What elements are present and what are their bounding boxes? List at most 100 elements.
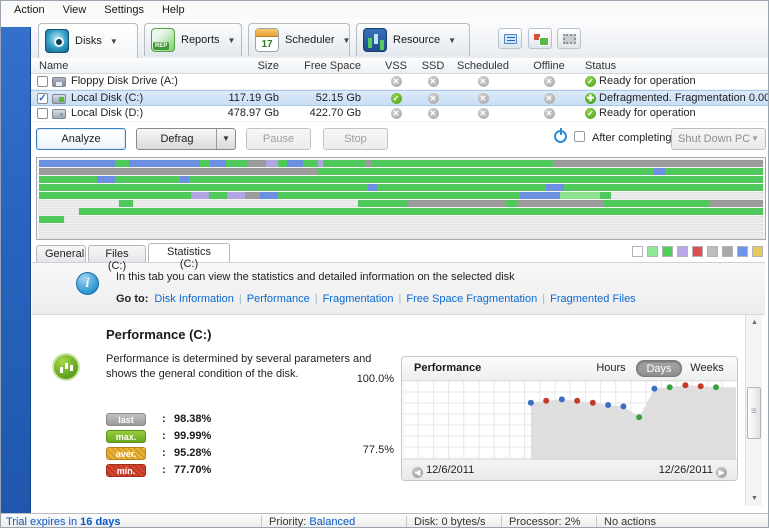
col-size[interactable]: Size xyxy=(249,60,279,72)
menu-view[interactable]: View xyxy=(54,2,96,18)
legend-swatch-5[interactable] xyxy=(707,246,718,257)
tab-files-c[interactable]: Files (C:) xyxy=(88,245,146,262)
goto-link-free-space-fragmentation[interactable]: Free Space Fragmentation xyxy=(406,293,537,305)
goto-links-row: Go to:Disk Information|Performance|Fragm… xyxy=(116,293,636,305)
cluster-map-row xyxy=(39,176,763,183)
actions-status: No actions xyxy=(604,516,656,528)
chart-title: Performance xyxy=(414,362,481,374)
performance-chart-panel: Performance HoursDaysWeeks ◀ 12/6/2011 1… xyxy=(401,356,738,481)
stat-value-min: 77.70% xyxy=(174,464,211,476)
legend-swatch-7[interactable] xyxy=(737,246,748,257)
report-panel-icon-button[interactable] xyxy=(498,28,522,49)
after-completing-label: After completing: xyxy=(592,132,675,144)
scrollbar-thumb[interactable] xyxy=(747,387,761,439)
cluster-blocks-icon-button[interactable] xyxy=(528,28,552,49)
goto-link-fragmentation[interactable]: Fragmentation xyxy=(323,293,394,305)
left-accent-strip xyxy=(1,27,31,513)
menu-settings[interactable]: Settings xyxy=(95,2,153,18)
chevron-down-icon[interactable]: ▼ xyxy=(343,36,351,45)
chart-header: Performance HoursDaysWeeks xyxy=(402,357,737,381)
col-ssd[interactable]: SSD xyxy=(420,60,446,72)
pause-button[interactable]: Pause xyxy=(246,128,311,150)
after-completing-select[interactable]: Shut Down PC ▼ xyxy=(671,128,766,150)
drive-status: ✓ Ready for operation xyxy=(585,75,696,87)
chevron-down-icon: ▼ xyxy=(751,129,759,149)
menu-action[interactable]: Action xyxy=(5,2,54,18)
table-row[interactable]: ✓Local Disk (C:)117.19 Gb52.15 Gb✓✕✕✕✚ D… xyxy=(31,90,769,106)
col-scheduled[interactable]: Scheduled xyxy=(455,60,511,72)
period-button-days[interactable]: Days xyxy=(636,360,682,377)
date-range-end: 12/26/2011 ▶ xyxy=(659,464,727,478)
defrag-button-label[interactable]: Defrag xyxy=(137,129,217,149)
vertical-scrollbar[interactable]: ▲ ▼ xyxy=(745,315,762,506)
drive-checkbox[interactable]: ✓ xyxy=(37,93,48,104)
col-free-space[interactable]: Free Space xyxy=(301,60,361,72)
info-panel: i In this tab you can view the statistic… xyxy=(32,262,765,315)
legend-swatch-0[interactable] xyxy=(632,246,643,257)
menu-help[interactable]: Help xyxy=(153,2,194,18)
period-button-weeks[interactable]: Weeks xyxy=(684,360,730,377)
table-row[interactable]: Floppy Disk Drive (A:)✕✕✕✕✓ Ready for op… xyxy=(31,74,769,90)
legend-swatch-4[interactable] xyxy=(692,246,703,257)
chevron-down-icon[interactable]: ▼ xyxy=(110,37,118,46)
col-status[interactable]: Status xyxy=(585,60,616,72)
after-completing-value: Shut Down PC xyxy=(678,133,750,145)
tab-statistics-c[interactable]: Statistics (C:) xyxy=(148,243,230,262)
after-completing-checkbox[interactable] xyxy=(574,131,585,142)
disks-gauge-icon xyxy=(45,29,69,53)
not-available-icon: ✕ xyxy=(478,76,489,87)
not-available-icon: ✕ xyxy=(428,93,439,104)
legend-swatch-2[interactable] xyxy=(662,246,673,257)
col-offline[interactable]: Offline xyxy=(529,60,569,72)
legend-swatch-6[interactable] xyxy=(722,246,733,257)
analyze-button[interactable]: Analyze xyxy=(36,128,126,150)
stat-badge-min: min. xyxy=(106,464,146,477)
period-button-hours[interactable]: Hours xyxy=(588,360,634,377)
performance-heading: Performance (C:) xyxy=(106,327,211,342)
legend-swatch-1[interactable] xyxy=(647,246,658,257)
info-icon: i xyxy=(76,272,99,295)
performance-chart xyxy=(403,381,736,459)
drive-checkbox[interactable] xyxy=(37,108,48,119)
cluster-map-row xyxy=(39,184,763,191)
disk-cluster-map[interactable] xyxy=(36,157,766,240)
tab-general[interactable]: General xyxy=(36,245,86,262)
prev-arrow-icon[interactable]: ◀ xyxy=(412,467,423,478)
col-name[interactable]: Name xyxy=(39,60,68,72)
legend-swatch-3[interactable] xyxy=(677,246,688,257)
scroll-down-icon[interactable]: ▼ xyxy=(746,491,763,506)
priority-status: Priority: Balanced xyxy=(269,516,355,528)
drive-free-space: 52.15 Gb xyxy=(291,92,361,104)
settings-gear-icon-button[interactable] xyxy=(557,28,581,49)
drive-checkbox[interactable] xyxy=(37,76,48,87)
tab-scheduler[interactable]: Scheduler▼ xyxy=(248,23,350,56)
chevron-down-icon[interactable]: ▼ xyxy=(448,36,456,45)
not-available-icon: ✕ xyxy=(478,108,489,119)
drive-status: ✚ Defragmented. Fragmentation 0.00%. xyxy=(585,92,769,104)
tab-resource[interactable]: Resource▼ xyxy=(356,23,470,56)
tab-disks[interactable]: Disks▼ xyxy=(38,23,138,58)
stop-button[interactable]: Stop xyxy=(323,128,388,150)
stat-badge-aver: aver. xyxy=(106,447,146,460)
table-row[interactable]: Local Disk (D:)478.97 Gb422.70 Gb✕✕✕✕✓ R… xyxy=(31,106,769,122)
legend-swatch-8[interactable] xyxy=(752,246,763,257)
not-available-icon: ✕ xyxy=(544,76,555,87)
next-arrow-icon[interactable]: ▶ xyxy=(716,467,727,478)
not-available-icon: ✕ xyxy=(391,76,402,87)
chevron-down-icon[interactable]: ▼ xyxy=(228,36,236,45)
menu-bar: ActionViewSettingsHelp xyxy=(1,1,769,19)
defrag-split-button[interactable]: Defrag ▼ xyxy=(136,128,236,150)
tab-reports[interactable]: Reports▼ xyxy=(144,23,242,56)
date-range-start: ◀ 12/6/2011 xyxy=(412,464,474,478)
goto-link-fragmented-files[interactable]: Fragmented Files xyxy=(550,293,636,305)
calendar-17-icon xyxy=(255,28,279,52)
col-vss[interactable]: VSS xyxy=(383,60,409,72)
not-available-icon: ✕ xyxy=(544,108,555,119)
goto-link-performance[interactable]: Performance xyxy=(247,293,310,305)
drive-name: Floppy Disk Drive (A:) xyxy=(71,75,178,87)
goto-link-disk-information[interactable]: Disk Information xyxy=(154,293,233,305)
defrag-dropdown-arrow[interactable]: ▼ xyxy=(216,129,235,149)
not-available-icon: ✕ xyxy=(544,93,555,104)
app-window: ActionViewSettingsHelp Disks▼Reports▼Sch… xyxy=(0,0,769,528)
scroll-up-icon[interactable]: ▲ xyxy=(746,315,763,330)
